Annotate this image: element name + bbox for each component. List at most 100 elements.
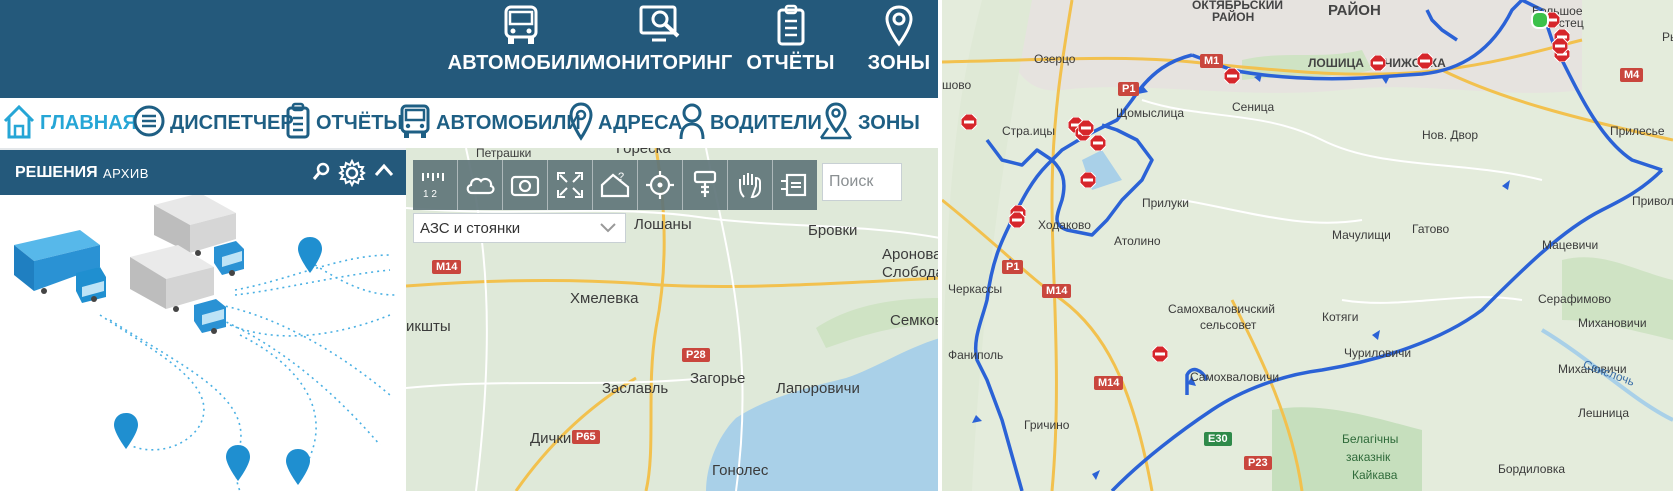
tab-solutions[interactable]: РЕШЕНИЯ <box>15 164 98 182</box>
road-badge: M14 <box>1042 284 1072 298</box>
svg-text:?: ? <box>618 171 624 183</box>
menu-addresses[interactable]: АДРЕСА <box>568 98 683 148</box>
road-badge: P1 <box>1118 82 1140 96</box>
zone-question-icon[interactable]: ? <box>593 160 638 210</box>
stop-sign-icon[interactable] <box>1224 68 1240 84</box>
fuel-sensor-icon[interactable] <box>683 160 728 210</box>
reserve-label: Кайкава <box>1352 468 1398 482</box>
truck-front-icon <box>501 4 541 48</box>
menu-label: АДРЕСА <box>598 111 683 134</box>
road-badge: P28 <box>682 348 710 362</box>
top-nav-zones[interactable]: ЗОНЫ <box>864 0 934 98</box>
hand-icon[interactable] <box>728 160 773 210</box>
ruler-icon[interactable]: 1 2 <box>413 160 458 210</box>
menu-label: АВТОМОБИЛИ <box>436 111 581 134</box>
place-label: Мацевичи <box>1542 238 1599 252</box>
menu-label: ЗОНЫ <box>858 111 920 134</box>
place-label: Лапоровичи <box>776 380 860 397</box>
place-label: Дички <box>530 430 572 447</box>
search-icon[interactable] <box>312 162 330 187</box>
place-label: Бордиловка <box>1498 462 1566 476</box>
stop-sign-icon[interactable] <box>1417 53 1433 69</box>
menu-zones[interactable]: ЗОНЫ <box>818 98 920 148</box>
chevron-down-icon <box>599 220 617 238</box>
place-label: Михановичи <box>1578 316 1647 330</box>
place-label: Озерцо <box>1034 52 1076 66</box>
chevron-up-icon[interactable] <box>374 162 394 183</box>
map-search-input[interactable]: Поиск <box>822 163 902 201</box>
tab-archive[interactable]: АРХИВ <box>103 166 149 181</box>
driver-icon <box>678 101 706 146</box>
stop-sign-icon[interactable] <box>961 114 977 130</box>
top-nav-label: ЗОНЫ <box>867 52 931 74</box>
dispatcher-icon <box>132 101 166 146</box>
road-badge: E30 <box>1204 432 1232 446</box>
place-label: Щомыслица <box>1116 106 1185 120</box>
place-label: Ходаково <box>1038 218 1091 232</box>
menu-home[interactable]: ГЛАВНАЯ <box>2 98 137 148</box>
fullscreen-icon[interactable] <box>548 160 593 210</box>
menu-cars[interactable]: АВТОМОБИЛИ <box>398 98 581 148</box>
poi-layer-select[interactable]: АЗС и стоянки <box>413 213 626 243</box>
place-label: Хмелевка <box>570 290 639 307</box>
menu-reports[interactable]: ОТЧЁТЫ <box>284 98 403 148</box>
place-label: Фаниполь <box>948 348 1004 362</box>
menu-label: ДИСПЕТЧЕР <box>170 111 294 134</box>
panel-header: РЕШЕНИЯ АРХИВ <box>0 150 406 195</box>
stop-sign-icon[interactable] <box>1552 38 1568 54</box>
camera-icon[interactable] <box>503 160 548 210</box>
target-icon[interactable] <box>638 160 683 210</box>
main-menu: ГЛАВНАЯ ДИСПЕТЧЕР ОТЧЁТЫ АВТОМОБИЛИ АДРЕ… <box>0 98 938 150</box>
layers-icon[interactable] <box>773 160 817 210</box>
stop-sign-icon[interactable] <box>1370 55 1386 71</box>
zone-pin-icon <box>818 101 854 146</box>
top-nav-label: ОТЧЁТЫ <box>746 52 835 74</box>
place-label: Мачулищи <box>1332 228 1391 242</box>
top-nav-label: АВТОМОБИЛИ <box>447 52 595 74</box>
menu-label: ВОДИТЕЛИ <box>710 111 822 134</box>
place-label: Семково-Чечино <box>890 312 940 329</box>
stop-sign-icon[interactable] <box>1090 135 1106 151</box>
map-pin-icon <box>884 4 914 48</box>
place-label: Заславль <box>602 380 669 397</box>
menu-drivers[interactable]: ВОДИТЕЛИ <box>678 98 822 148</box>
place-label: Нов. Двор <box>1422 128 1479 142</box>
place-label: Загорье <box>690 370 746 387</box>
cloud-icon[interactable] <box>458 160 503 210</box>
menu-dispatcher[interactable]: ДИСПЕТЧЕР <box>132 98 294 148</box>
stop-sign-icon[interactable] <box>1009 212 1025 228</box>
top-nav-label: МОНИТОРИНГ <box>588 52 733 74</box>
start-marker[interactable] <box>1531 11 1549 29</box>
place-label: Прилуки <box>1142 196 1189 210</box>
top-nav-cars[interactable]: АВТОМОБИЛИ <box>448 0 594 98</box>
place-label: Лошаны <box>634 216 692 233</box>
menu-label: ОТЧЁТЫ <box>316 111 404 134</box>
pin-3 <box>226 445 250 481</box>
place-label: Атолино <box>1114 234 1161 248</box>
place-label: Рыбцы <box>1662 30 1673 44</box>
top-navigation-bar: АВТОМОБИЛИ МОНИТОРИНГ ОТЧЁТЫ ЗОНЫ <box>0 0 938 98</box>
truck-icon <box>398 101 432 146</box>
stop-sign-icon[interactable] <box>1078 120 1094 136</box>
road-badge: M14 <box>432 260 462 274</box>
menu-label: ГЛАВНАЯ <box>40 111 138 134</box>
trucks-illustration <box>0 193 406 492</box>
place-label: Черкассы <box>948 282 1003 296</box>
stop-sign-icon[interactable] <box>1152 346 1168 362</box>
place-label: Стра.ицы <box>1002 124 1056 138</box>
pin-4 <box>286 449 310 485</box>
top-nav-monitoring[interactable]: МОНИТОРИНГ <box>589 0 732 98</box>
dropdown-value: АЗС и стоянки <box>420 220 521 237</box>
place-label: Гонолес <box>712 462 769 479</box>
stop-sign-icon[interactable] <box>1080 172 1096 188</box>
place-label: Самохваловичский <box>1168 302 1275 316</box>
road-badge: P65 <box>572 430 600 444</box>
top-nav-reports[interactable]: ОТЧЁТЫ <box>746 0 835 98</box>
place-label: шово <box>942 78 972 92</box>
place-label: Серафимово <box>1538 292 1612 306</box>
map-right[interactable]: ОКТЯБРЬСКИЙ РАЙОН РАЙОН Озерцо ЛОШИЦА ЧИ… <box>942 0 1673 491</box>
gear-icon[interactable] <box>338 158 366 192</box>
place-label: Гричино <box>1024 418 1070 432</box>
place-label: Гатово <box>1412 222 1450 236</box>
place-label: Приволье <box>1632 194 1673 208</box>
